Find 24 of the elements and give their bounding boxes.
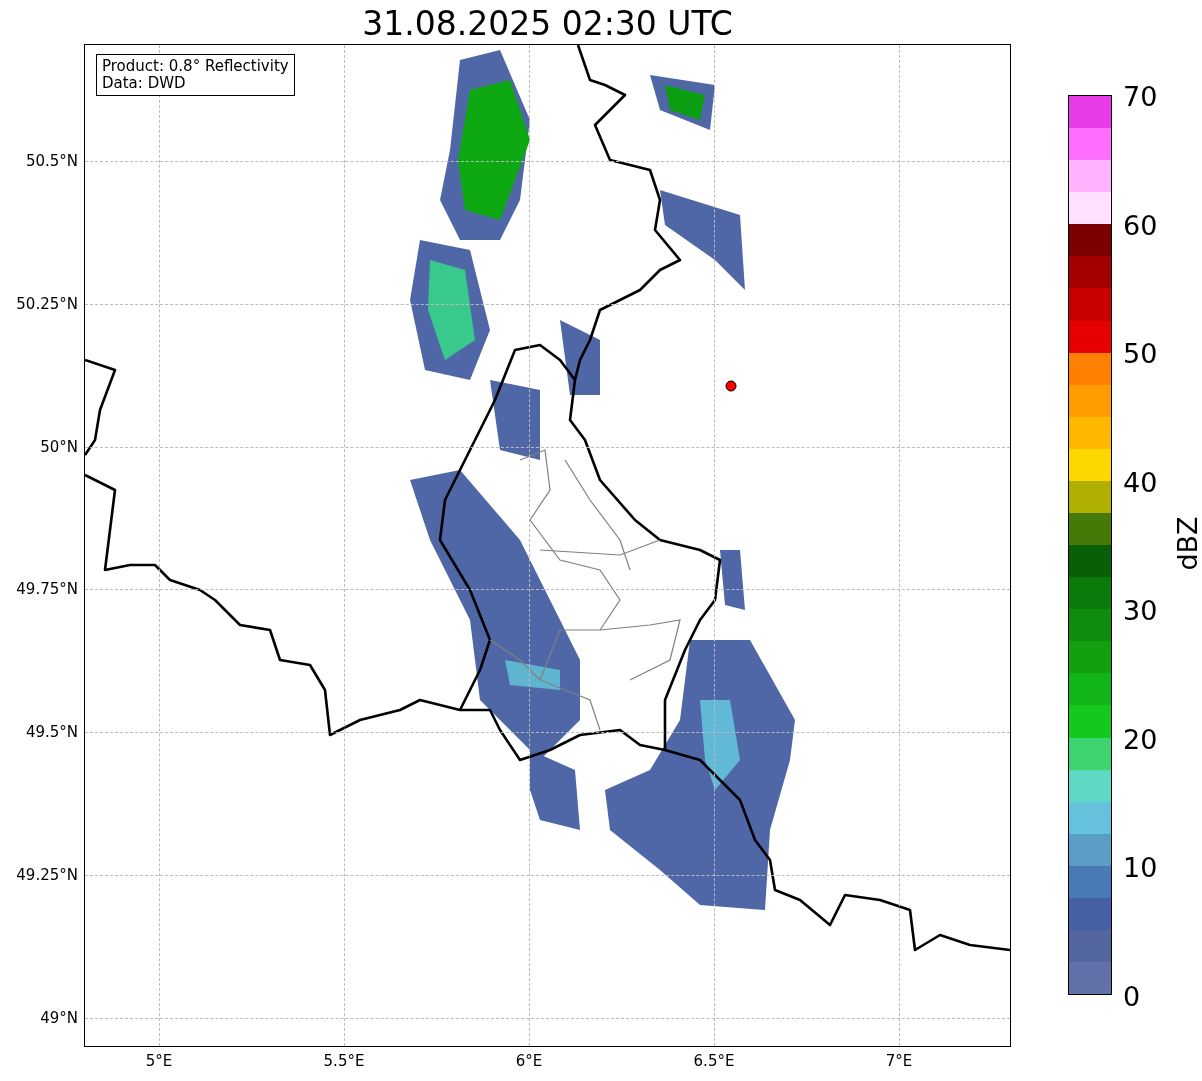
axis-tick-label: 50.25°N (16, 294, 78, 313)
axis-tick-label: 5.5°E (323, 1052, 365, 1070)
axis-tick-label: 5°E (145, 1052, 173, 1070)
axis-tick-label: 7°E (885, 1052, 913, 1070)
colorbar-tick-label: 10 (1123, 853, 1158, 881)
colorbar-label: dBZ (1171, 516, 1202, 571)
axis-tick-label: 49.5°N (25, 723, 78, 742)
axis-tick-label: 49.25°N (16, 866, 78, 884)
axis-tick-label: 49°N (40, 1008, 78, 1027)
colorbar-tick-label: 50 (1123, 339, 1158, 367)
axis-tick-label: 50°N (40, 437, 78, 456)
chart-title: 31.08.2025 02:30 UTC (361, 4, 734, 43)
axis-tick-label: 6.5°E (693, 1052, 735, 1070)
info-text: Product: 0.8° Reflectivity (102, 58, 289, 75)
colorbar-tick-label: 60 (1123, 211, 1158, 239)
axis-tick-label: 50.5°N (25, 152, 78, 170)
colorbar-tick-label: 20 (1123, 725, 1158, 753)
colorbar-tick-label: 70 (1123, 82, 1158, 110)
axis-tick-label: 49.75°N (16, 580, 78, 599)
info-text: Data: DWD (102, 75, 187, 92)
colorbar-tick-label: 0 (1123, 982, 1141, 1010)
colorbar-tick-label: 40 (1123, 468, 1158, 496)
axis-tick-label: 6°E (515, 1052, 543, 1070)
colorbar-tick-label: 30 (1123, 596, 1158, 624)
